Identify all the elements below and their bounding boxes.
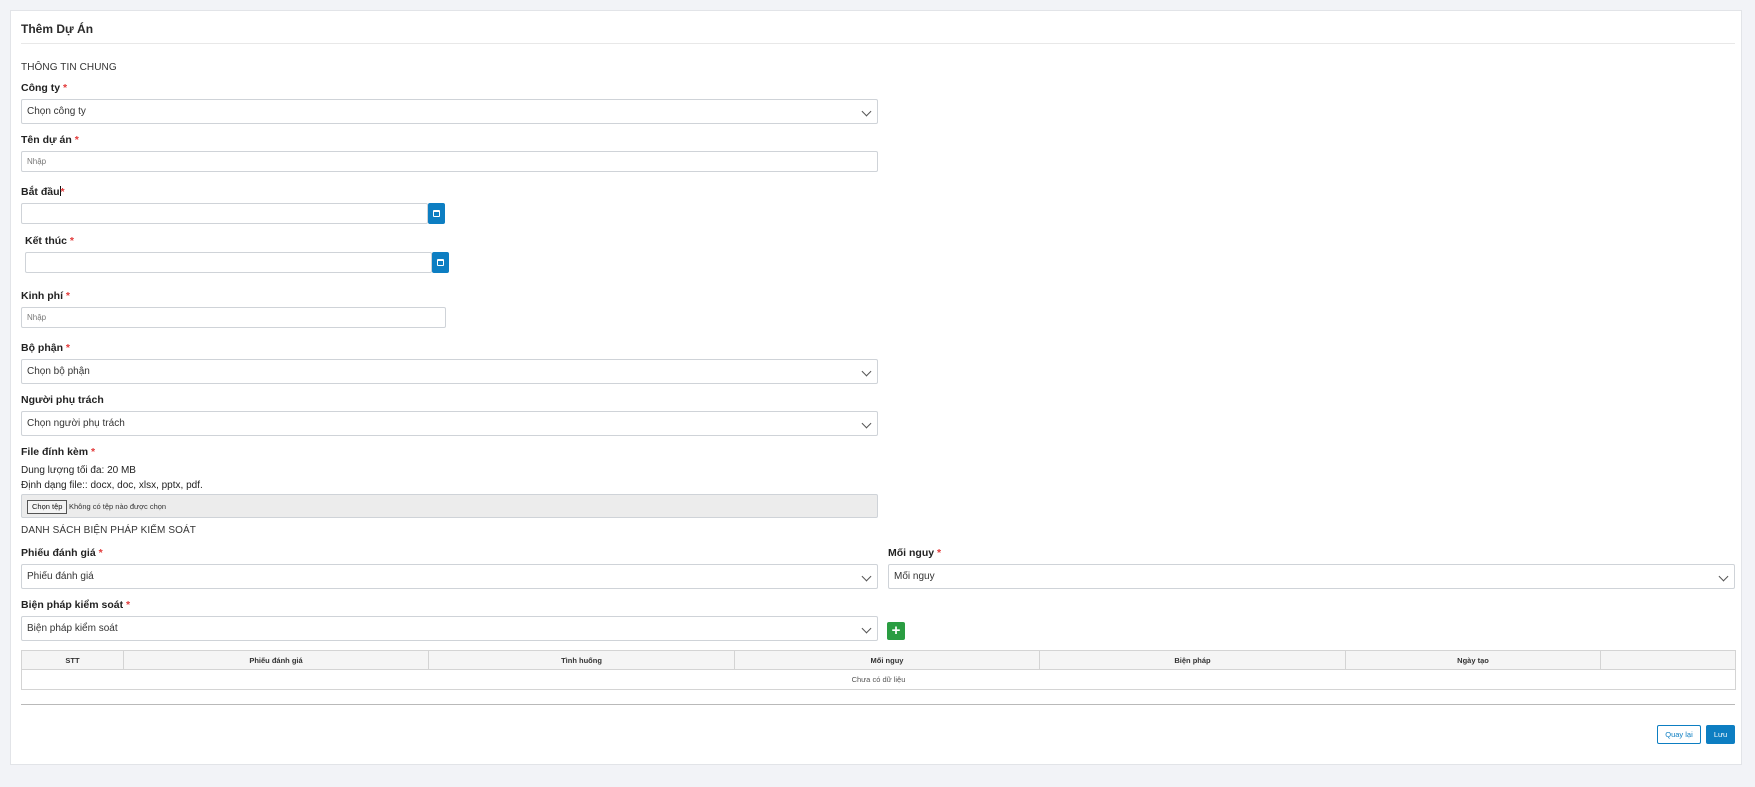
save-button[interactable]: Lưu <box>1706 725 1735 744</box>
end-date-label-text: Kết thúc <box>25 235 67 247</box>
end-date-label: Kết thúc * <box>25 235 74 247</box>
measure-select[interactable]: Biện pháp kiểm soát <box>21 616 878 641</box>
attachment-max-size: Dung lượng tối đa: 20 MB <box>21 465 136 476</box>
footer-divider <box>21 704 1735 705</box>
section-controls-title: DANH SÁCH BIỆN PHÁP KIỂM SOÁT <box>21 525 196 536</box>
required-mark: * <box>937 547 942 559</box>
hazard-label: Mối nguy * <box>888 547 941 559</box>
start-date-label: Bắt đầu* <box>21 186 65 198</box>
start-date-input[interactable] <box>21 203 428 224</box>
end-date-input[interactable] <box>25 252 432 273</box>
budget-label: Kinh phí * <box>21 290 70 302</box>
department-label: Bộ phận * <box>21 342 70 354</box>
table-header-row: STT Phiếu đánh giá Tình huống Mối nguy B… <box>21 650 1736 670</box>
owner-label-text: Người phụ trách <box>21 394 104 406</box>
chevron-down-icon <box>861 418 872 429</box>
required-mark: * <box>74 134 79 146</box>
required-mark: * <box>126 599 131 611</box>
budget-input[interactable]: Nhập <box>21 307 446 328</box>
owner-label: Người phụ trách <box>21 394 104 406</box>
attachment-label: File đính kèm * <box>21 446 95 458</box>
department-select[interactable]: Chọn bộ phận <box>21 359 878 384</box>
file-status: Không có tệp nào được chọn <box>69 502 167 511</box>
attachment-formats: Định dạng file:: docx, doc, xlsx, pptx, … <box>21 480 203 491</box>
end-date-calendar-button[interactable] <box>432 252 449 273</box>
hazard-label-text: Mối nguy <box>888 547 935 559</box>
chevron-down-icon <box>861 366 872 377</box>
assessment-select[interactable]: Phiếu đánh giá <box>21 564 878 589</box>
column-header: Phiếu đánh giá <box>123 650 429 670</box>
required-mark: * <box>60 186 65 198</box>
column-header: Ngày tạo <box>1345 650 1601 670</box>
plus-icon: + <box>891 622 901 639</box>
start-date-calendar-button[interactable] <box>428 203 445 224</box>
required-mark: * <box>69 235 75 247</box>
project-name-label: Tên dự án * <box>21 134 79 146</box>
project-name-label-text: Tên dự án <box>21 134 72 146</box>
table-row: Chưa có dữ liệu <box>21 669 1736 690</box>
chevron-down-icon <box>1718 571 1729 582</box>
company-label: Công ty * <box>21 82 67 94</box>
assessment-label-text: Phiếu đánh giá <box>21 547 96 559</box>
file-input[interactable]: Chọn tệp Không có tệp nào được chọn <box>21 494 878 518</box>
calendar-icon <box>433 210 440 217</box>
chevron-down-icon <box>861 623 872 634</box>
back-button[interactable]: Quay lại <box>1657 725 1701 744</box>
add-measure-button[interactable]: + <box>887 622 905 640</box>
project-name-placeholder: Nhập <box>27 157 47 166</box>
section-general-title: THÔNG TIN CHUNG <box>21 62 117 73</box>
chevron-down-icon <box>861 571 872 582</box>
empty-table-message: Chưa có dữ liệu <box>21 669 1736 690</box>
title-divider <box>21 43 1735 44</box>
chevron-down-icon <box>861 106 872 117</box>
page-title: Thêm Dự Án <box>21 22 94 36</box>
project-name-input[interactable]: Nhập <box>21 151 878 172</box>
choose-file-button[interactable]: Chọn tệp <box>27 500 68 514</box>
measures-table-wrapper: STT Phiếu đánh giá Tình huống Mối nguy B… <box>21 650 1736 690</box>
required-mark: * <box>91 446 96 458</box>
budget-label-text: Kinh phí <box>21 290 63 302</box>
hazard-select[interactable]: Mối nguy <box>888 564 1735 589</box>
required-mark: * <box>65 290 71 302</box>
owner-select-value: Chọn người phụ trách <box>27 418 125 429</box>
measure-label: Biện pháp kiểm soát * <box>21 599 130 611</box>
measure-label-text: Biện pháp kiểm soát <box>21 599 124 611</box>
start-date-label-text: Bắt đầu <box>21 186 60 198</box>
attachment-label-text: File đính kèm <box>21 446 89 458</box>
measure-select-value: Biện pháp kiểm soát <box>27 623 118 634</box>
required-mark: * <box>98 547 103 559</box>
calendar-icon <box>437 259 444 266</box>
owner-select[interactable]: Chọn người phụ trách <box>21 411 878 436</box>
hazard-select-value: Mối nguy <box>894 571 935 582</box>
assessment-label: Phiếu đánh giá * <box>21 547 103 559</box>
department-label-text: Bộ phận <box>21 342 63 354</box>
column-header: Biện pháp <box>1039 650 1346 670</box>
company-select[interactable]: Chọn công ty <box>21 99 878 124</box>
required-mark: * <box>63 82 68 94</box>
department-select-value: Chọn bộ phận <box>27 366 90 377</box>
column-header <box>1600 650 1736 670</box>
budget-placeholder: Nhập <box>27 313 47 322</box>
column-header: STT <box>21 650 124 670</box>
required-mark: * <box>65 342 71 354</box>
measures-table: STT Phiếu đánh giá Tình huống Mối nguy B… <box>21 650 1736 690</box>
company-label-text: Công ty <box>21 82 61 94</box>
company-select-value: Chọn công ty <box>27 106 86 117</box>
assessment-select-value: Phiếu đánh giá <box>27 571 94 582</box>
column-header: Mối nguy <box>734 650 1040 670</box>
column-header: Tình huống <box>428 650 735 670</box>
